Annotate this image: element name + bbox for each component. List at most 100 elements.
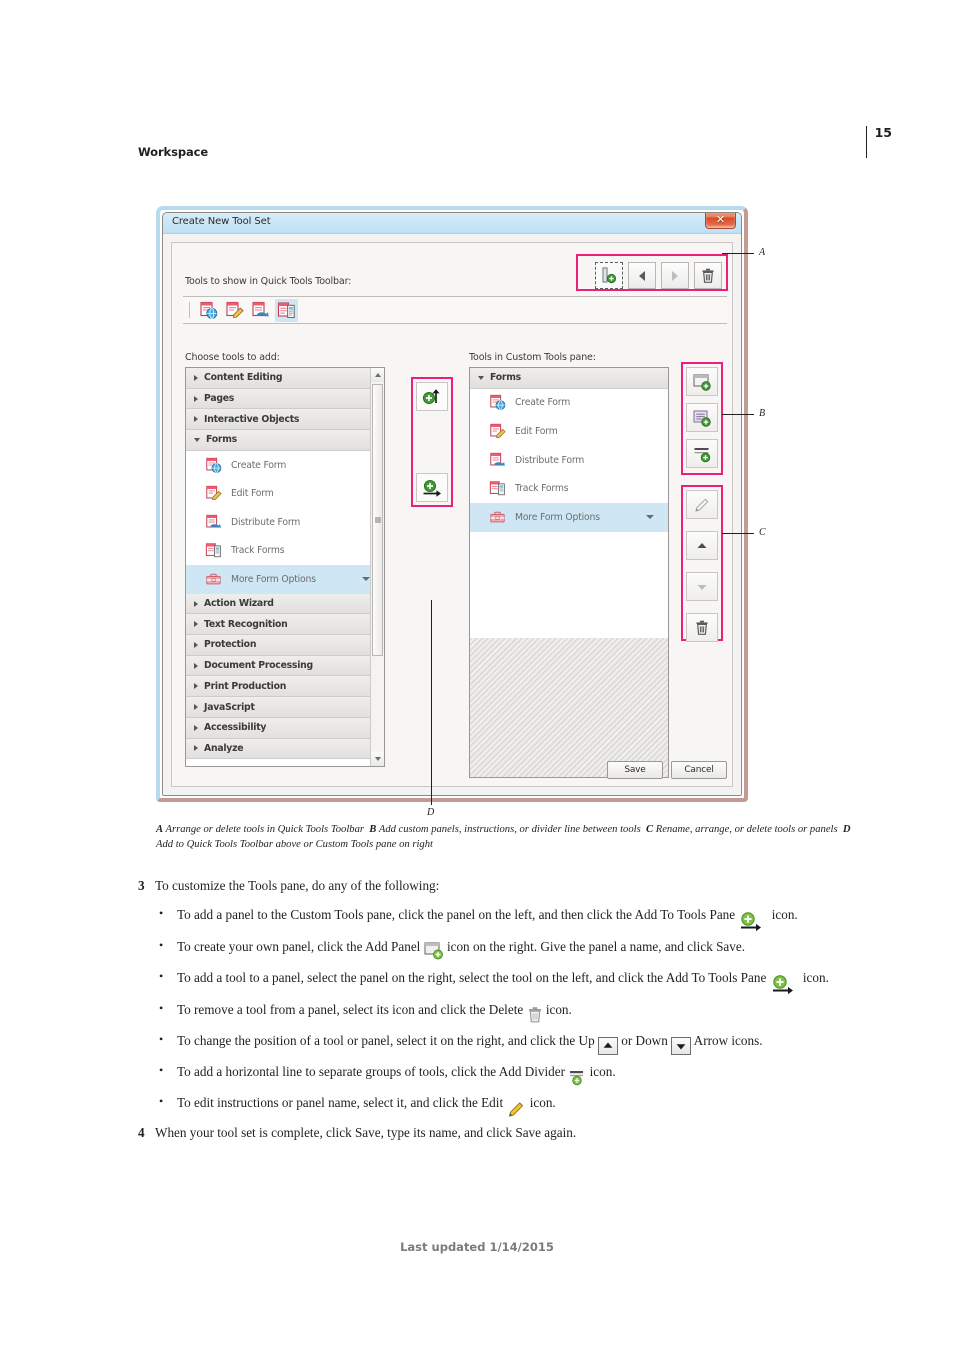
custom-tools-pane-list[interactable]: Forms Create Form Edit Form Distribute F…	[469, 367, 669, 639]
group-javascript[interactable]: JavaScript	[186, 697, 384, 718]
group-print-production[interactable]: Print Production	[186, 676, 384, 698]
distribute-form-icon	[488, 451, 506, 469]
add-to-quick-tools-toolbar-button[interactable]	[416, 382, 448, 411]
move-down-button[interactable]	[686, 572, 718, 601]
add-divider-button[interactable]	[686, 439, 718, 468]
chevron-right-icon	[194, 641, 198, 648]
scrollbar-thumb[interactable]	[372, 384, 383, 656]
group-label: Accessibility	[204, 722, 267, 734]
custom-tools-empty-area[interactable]	[469, 638, 669, 778]
panel-arrange-buttons	[686, 490, 718, 642]
quick-tool-distribute-form[interactable]	[249, 299, 272, 322]
save-button[interactable]: Save	[607, 761, 663, 779]
add-divider-button[interactable]	[595, 262, 623, 289]
trash-icon	[696, 620, 708, 635]
group-label: Protection	[204, 639, 257, 651]
group-content-editing[interactable]: Content Editing	[186, 368, 384, 389]
chevron-right-icon	[194, 416, 198, 423]
group-action-wizard[interactable]: Action Wizard	[186, 593, 384, 615]
edit-form-icon	[226, 301, 244, 318]
callout-leader-d	[431, 600, 432, 805]
chevron-right-icon	[194, 704, 198, 710]
bullet-add-tool-to-panel: To add a tool to a panel, select the pan…	[155, 967, 868, 994]
quick-tool-track-forms[interactable]	[275, 298, 298, 322]
quick-tool-edit-form[interactable]	[223, 299, 246, 322]
running-head: Workspace	[138, 145, 209, 159]
scroll-up-button[interactable]	[371, 368, 384, 382]
move-up-button[interactable]	[686, 531, 718, 560]
step-4: 4 When your tool set is complete, click …	[138, 1123, 868, 1143]
dialog-body: Tools to show in Quick Tools Toolbar: Ch…	[163, 234, 741, 795]
bullet-text-before: To create your own panel, click the Add …	[177, 938, 421, 954]
caption-text-c: Rename, arrange, or delete tools or pane…	[655, 824, 838, 835]
edit-button[interactable]	[686, 490, 718, 519]
more-form-options-icon	[488, 508, 506, 526]
page-number: 15	[874, 125, 892, 140]
tool-more-form-options[interactable]: More Form Options	[470, 503, 668, 532]
edit-form-icon	[204, 485, 222, 503]
group-forms[interactable]: Forms	[186, 430, 384, 451]
tool-create-form[interactable]: Create Form	[470, 388, 668, 418]
move-right-button[interactable]	[661, 262, 689, 289]
cancel-button[interactable]: Cancel	[671, 761, 727, 779]
callout-label-b: B	[759, 408, 766, 419]
delete-button[interactable]	[694, 262, 722, 289]
bullet-text-after: icon.	[771, 906, 798, 922]
bullet-text-before: To add a panel to the Custom Tools pane,…	[177, 906, 736, 922]
tool-label: Track Forms	[231, 545, 285, 557]
bullet-text-after: icon on the right. Give the panel a name…	[446, 938, 746, 954]
group-protection[interactable]: Protection	[186, 635, 384, 656]
tool-distribute-form[interactable]: Distribute Form	[470, 445, 668, 475]
arrow-right-icon	[672, 270, 678, 281]
add-instructions-button[interactable]	[686, 403, 718, 432]
group-interactive-objects[interactable]: Interactive Objects	[186, 409, 384, 431]
group-accessibility[interactable]: Accessibility	[186, 717, 384, 739]
track-forms-icon	[488, 480, 506, 498]
group-document-processing[interactable]: Document Processing	[186, 655, 384, 677]
chevron-down-icon[interactable]	[362, 577, 370, 582]
tool-more-form-options[interactable]: More Form Options	[186, 565, 384, 594]
bullet-text-after: icon.	[802, 969, 829, 985]
step-text: To customize the Tools pane, do any of t…	[155, 878, 440, 893]
group-pages[interactable]: Pages	[186, 388, 384, 410]
add-to-tools-pane-button[interactable]	[416, 473, 448, 502]
tools-in-custom-pane-label: Tools in Custom Tools pane:	[469, 352, 596, 363]
callout-leader-a	[722, 253, 754, 254]
group-analyze[interactable]: Analyze	[186, 738, 384, 760]
tool-create-form[interactable]: Create Form	[186, 450, 384, 480]
chevron-right-icon	[194, 600, 198, 607]
tool-label: Edit Form	[231, 488, 274, 500]
arrow-down-icon	[374, 757, 381, 761]
scroll-down-button[interactable]	[371, 752, 384, 766]
group-label: Interactive Objects	[204, 413, 300, 425]
tool-edit-form[interactable]: Edit Form	[470, 417, 668, 446]
group-text-recognition[interactable]: Text Recognition	[186, 614, 384, 636]
tool-track-forms[interactable]: Track Forms	[186, 536, 384, 566]
group-forms[interactable]: Forms	[470, 368, 668, 389]
callout-leader-c	[722, 533, 754, 534]
arrow-up-icon	[374, 373, 381, 377]
add-divider-icon	[602, 267, 617, 283]
quick-tool-create-form[interactable]	[197, 299, 220, 322]
choose-tools-list[interactable]: Content Editing Pages Interactive Object…	[185, 367, 385, 767]
close-icon[interactable]: ✕	[705, 213, 736, 229]
toolbar-separator	[189, 302, 190, 318]
bullet-text-before: To remove a tool from a panel, select it…	[177, 1001, 524, 1017]
group-label: Action Wizard	[204, 598, 274, 610]
bullet-add-divider: To add a horizontal line to separate gro…	[155, 1061, 868, 1086]
delete-button[interactable]	[686, 613, 718, 642]
caption-text-a: Arrange or delete tools in Quick Tools T…	[165, 824, 364, 835]
tool-track-forms[interactable]: Track Forms	[470, 474, 668, 504]
step-3-bullets: To add a panel to the Custom Tools pane,…	[155, 904, 868, 1117]
more-form-options-icon	[204, 570, 222, 588]
chevron-down-icon[interactable]	[646, 515, 654, 520]
caption-key-a: A	[156, 824, 164, 835]
tool-edit-form[interactable]: Edit Form	[186, 479, 384, 508]
arrow-down-icon	[697, 584, 707, 590]
tool-distribute-form[interactable]: Distribute Form	[186, 507, 384, 537]
quick-tools-toolbar	[183, 296, 727, 324]
track-forms-icon	[204, 542, 222, 560]
choose-tools-scrollbar[interactable]	[370, 368, 384, 766]
add-panel-button[interactable]	[686, 367, 718, 396]
move-left-button[interactable]	[628, 262, 656, 289]
